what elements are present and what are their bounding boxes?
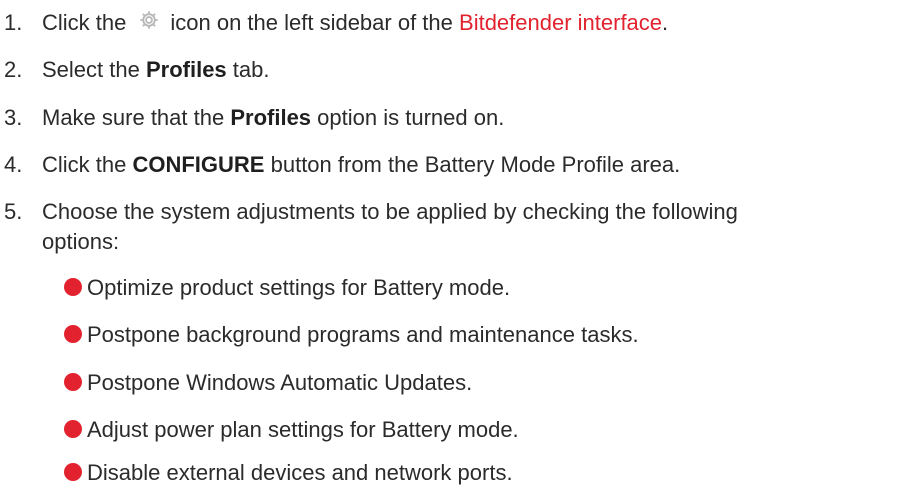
step-5-continuation: options: xyxy=(42,227,119,257)
step-number: 3. xyxy=(4,105,23,130)
step-text-post: button from the Battery Mode Profile are… xyxy=(270,152,681,177)
option-label: Disable external devices and network por… xyxy=(87,460,513,485)
step-text-line2: options: xyxy=(42,229,120,254)
step-bold-term: CONFIGURE xyxy=(132,152,265,177)
bullet-dot-icon xyxy=(64,325,82,343)
option-item: Optimize product settings for Battery mo… xyxy=(64,273,510,303)
option-item: Disable external devices and network por… xyxy=(64,458,513,488)
step-1: 1. Click the icon on the left sidebar of … xyxy=(0,8,668,38)
step-bold-term: Profiles xyxy=(145,57,227,82)
step-text: Choose the system adjustments to be appl… xyxy=(42,199,738,224)
option-label: Adjust power plan settings for Battery m… xyxy=(87,417,519,442)
step-bold-term: Profiles xyxy=(230,105,312,130)
option-item: Adjust power plan settings for Battery m… xyxy=(64,415,519,445)
step-4: 4. Click the CONFIGURE button from the Ba… xyxy=(0,150,680,180)
step-3: 3. Make sure that the Profiles option is … xyxy=(0,103,504,133)
option-label: Optimize product settings for Battery mo… xyxy=(87,275,511,300)
bullet-dot-icon xyxy=(64,373,82,391)
step-number: 2. xyxy=(4,57,23,82)
bullet-dot-icon xyxy=(64,420,82,438)
bullet-dot-icon xyxy=(64,278,82,296)
step-number: 5. xyxy=(4,199,23,224)
bitdefender-interface-link[interactable]: Bitdefender interface xyxy=(459,10,662,35)
bullet-dot-icon xyxy=(64,463,82,481)
step-text: Click the xyxy=(42,10,127,35)
step-2: 2. Select the Profiles tab. xyxy=(0,55,270,85)
step-5: 5. Choose the system adjustments to be ap… xyxy=(0,197,738,227)
step-text: Make sure that the xyxy=(42,105,225,130)
step-text-post: option is turned on. xyxy=(317,105,505,130)
step-text-post: tab. xyxy=(232,57,270,82)
option-label: Postpone Windows Automatic Updates. xyxy=(87,370,473,395)
step-text-after-icon: icon on the left sidebar of the xyxy=(170,10,453,35)
option-item: Postpone Windows Automatic Updates. xyxy=(64,368,472,398)
step-text: Click the xyxy=(42,152,127,177)
step-number: 4. xyxy=(4,152,23,177)
settings-gear-icon xyxy=(138,9,160,31)
option-item: Postpone background programs and mainten… xyxy=(64,320,639,350)
option-label: Postpone background programs and mainten… xyxy=(87,322,639,347)
step-text: Select the xyxy=(42,57,140,82)
step-number: 1. xyxy=(4,10,23,35)
step-end-punctuation: . xyxy=(662,10,669,35)
